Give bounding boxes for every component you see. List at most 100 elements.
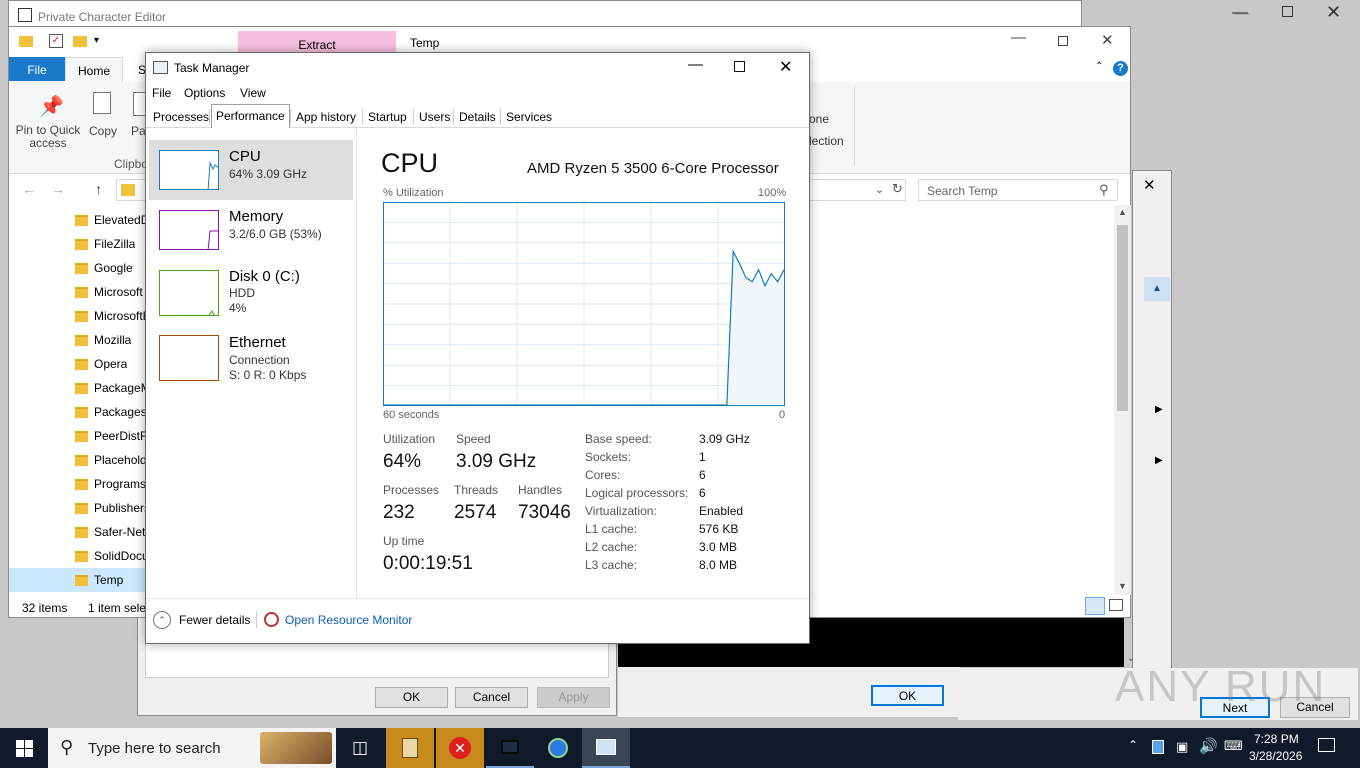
tm-menu-options[interactable]: Options — [184, 86, 225, 100]
tree-item[interactable]: Microsoft — [9, 280, 146, 304]
expand-arrow-1[interactable]: ▶ — [1155, 404, 1163, 415]
tree-item[interactable]: PackageMa — [9, 376, 146, 400]
tab-details[interactable]: Details — [455, 106, 500, 128]
taskbar-app-4[interactable] — [534, 728, 582, 768]
ribbon-select-none[interactable]: one — [809, 112, 829, 126]
open-resource-monitor-link[interactable]: Open Resource Monitor — [285, 613, 412, 627]
tree-item[interactable]: FileZilla — [9, 232, 146, 256]
tree-item[interactable]: Mozilla — [9, 328, 146, 352]
perf-item-memory[interactable]: Memory 3.2/6.0 GB (53%) — [149, 200, 353, 260]
tree-item[interactable]: Packages — [9, 400, 146, 424]
wizard-close-icon[interactable]: ✕ — [1143, 176, 1156, 194]
tab-users[interactable]: Users — [415, 106, 454, 128]
refresh-icon[interactable]: ↻ — [892, 181, 903, 197]
details-view-icon[interactable] — [1085, 597, 1105, 615]
scroll-down-2[interactable]: ⌄ — [1127, 653, 1135, 664]
side-pane-up-button[interactable]: ▲ — [1144, 277, 1170, 301]
qat-properties-icon[interactable]: ✓ — [49, 34, 63, 48]
back-icon[interactable]: ← — [22, 181, 36, 197]
taskbar-app-1[interactable] — [386, 728, 434, 768]
explorer-minimize-icon[interactable]: — — [1011, 29, 1026, 46]
task-view-button[interactable]: ◫ — [336, 728, 384, 768]
ribbon-separator — [854, 86, 855, 166]
stat-speed-value: 3.09 GHz — [456, 451, 537, 472]
qat-dropdown-icon[interactable]: ▾ — [94, 35, 99, 46]
taskbar-search-box[interactable]: ⚲ Type here to search — [48, 728, 336, 768]
tm-menu-file[interactable]: File — [152, 86, 171, 100]
tree-item[interactable]: Programs — [9, 472, 146, 496]
qat-folder-icon[interactable] — [19, 36, 33, 47]
large-icons-view-icon[interactable] — [1109, 599, 1123, 611]
dialog1-ok-button[interactable]: OK — [375, 687, 448, 708]
clock-date[interactable]: 3/28/2026 — [1249, 749, 1302, 763]
pin-quick-access-button[interactable]: Pin to Quick access — [15, 124, 81, 150]
notifications-icon[interactable] — [1318, 738, 1335, 752]
clock-time[interactable]: 7:28 PM — [1254, 732, 1299, 746]
tab-startup[interactable]: Startup — [364, 106, 411, 128]
tm-close-icon[interactable]: ✕ — [779, 57, 792, 77]
tree-item[interactable]: Google — [9, 256, 146, 280]
address-dropdown-icon[interactable]: ⌄ — [875, 183, 884, 196]
wizard-window[interactable] — [1132, 170, 1172, 718]
tree-item[interactable]: Temp — [9, 568, 146, 592]
scroll-thumb[interactable] — [1117, 225, 1128, 411]
tab-services[interactable]: Services — [502, 106, 556, 128]
pin-icon[interactable]: 📌 — [39, 94, 64, 119]
tree-item[interactable]: Publishers — [9, 496, 146, 520]
tree-item[interactable]: SolidDocun — [9, 544, 146, 568]
perf-item-ethernet[interactable]: Ethernet Connection S: 0 R: 0 Kbps — [149, 325, 353, 385]
ribbon-collapse-icon[interactable]: ⌃ — [1095, 61, 1103, 72]
up-icon[interactable]: ↑ — [95, 181, 102, 197]
tree-item[interactable]: Placeholde — [9, 448, 146, 472]
explorer-scrollbar[interactable]: ▲ ▼ — [1114, 205, 1131, 595]
tree-item[interactable]: Safer-Netw — [9, 520, 146, 544]
pce-max-icon[interactable] — [1282, 6, 1293, 17]
tray-chevron-icon[interactable]: ⌃ — [1128, 738, 1138, 752]
tm-maximize-icon[interactable] — [734, 61, 745, 72]
tab-app-history[interactable]: App history — [292, 106, 360, 128]
tree-item-label: Packages — [94, 405, 146, 419]
explorer-close-icon[interactable]: ✕ — [1101, 31, 1114, 49]
tray-device-icon[interactable]: ▣ — [1176, 739, 1188, 755]
start-button[interactable] — [0, 728, 48, 768]
explorer-maximize-icon[interactable] — [1058, 36, 1068, 46]
scroll-up-icon[interactable]: ▲ — [1118, 207, 1127, 217]
help-icon[interactable]: ? — [1113, 61, 1128, 76]
scroll-down-icon[interactable]: ▼ — [1118, 581, 1127, 591]
dialog2-ok-button[interactable]: OK — [871, 685, 944, 706]
ribbon-tab-home[interactable]: Home — [65, 57, 123, 82]
tree-item[interactable]: Opera — [9, 352, 146, 376]
collapse-up-icon[interactable]: ⌃ — [153, 611, 171, 629]
taskbar-app-2[interactable]: ✕ — [436, 728, 484, 768]
forward-icon[interactable]: → — [51, 181, 65, 197]
taskbar-app-3[interactable] — [486, 728, 534, 768]
tree-item[interactable]: ElevatedDia — [9, 208, 146, 232]
taskbar-task-manager[interactable] — [582, 728, 630, 768]
tm-minimize-icon[interactable]: — — [688, 56, 703, 73]
tray-network-icon[interactable] — [1152, 740, 1164, 754]
perf-item-disk[interactable]: Disk 0 (C:) HDD 4% — [149, 260, 353, 320]
qat-newfolder-icon[interactable] — [73, 36, 87, 47]
stat-threads-value: 2574 — [454, 502, 497, 523]
fewer-details-link[interactable]: Fewer details — [179, 613, 250, 627]
tree-item[interactable]: MicrosoftEd — [9, 304, 146, 328]
perf-item-cpu[interactable]: CPU 64% 3.09 GHz — [149, 140, 353, 200]
tab-performance[interactable]: Performance — [211, 104, 290, 128]
detail-key: Logical processors: — [585, 486, 689, 500]
copy-icon[interactable] — [93, 92, 111, 114]
ribbon-group-clipboard: Clipbo — [114, 157, 149, 171]
copy-button[interactable]: Copy — [89, 124, 117, 138]
ribbon-tab-file[interactable]: File — [9, 57, 65, 81]
expand-arrow-2[interactable]: ▶ — [1155, 455, 1163, 466]
pce-min-icon[interactable]: — — [1232, 4, 1248, 22]
dialog1-apply-button[interactable]: Apply — [537, 687, 610, 708]
tray-volume-icon[interactable]: 🔊 — [1199, 737, 1218, 755]
search-box[interactable]: Search Temp ⚲ — [918, 179, 1118, 201]
pce-close-icon[interactable]: ✕ — [1326, 2, 1341, 23]
dialog1-cancel-button[interactable]: Cancel — [455, 687, 528, 708]
tree-item[interactable]: PeerDistRep — [9, 424, 146, 448]
tab-processes[interactable]: Processes — [149, 106, 213, 128]
ribbon-invert-selection[interactable]: lection — [809, 134, 844, 148]
tm-menu-view[interactable]: View — [240, 86, 266, 100]
tray-keyboard-icon[interactable]: ⌨ — [1224, 738, 1243, 754]
